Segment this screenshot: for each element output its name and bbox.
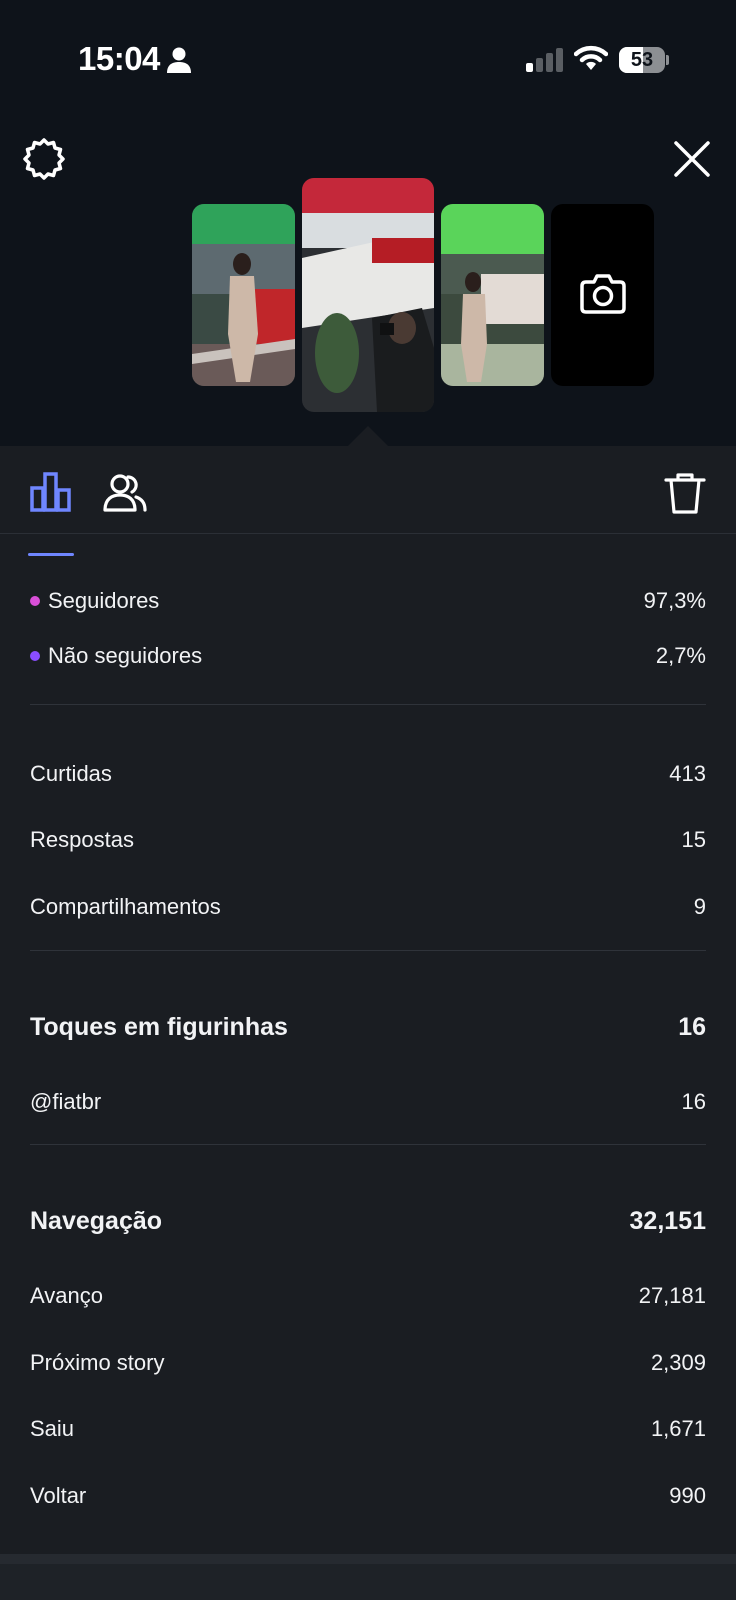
trash-icon[interactable] [662, 470, 708, 516]
navigation-row-forward: Avanço 27,181 [30, 1276, 706, 1316]
settings-gear-icon[interactable] [20, 135, 68, 183]
navigation-value: 2,309 [650, 1350, 706, 1375]
add-story-camera-button[interactable] [551, 204, 654, 386]
status-bar: 15:04 53 [0, 0, 736, 110]
battery-percent: 53 [630, 49, 654, 71]
section-divider [30, 950, 706, 951]
story-thumbnail[interactable] [441, 204, 544, 386]
people-icon[interactable] [102, 470, 148, 516]
sticker-taps-header: Toques em figurinhas 16 [30, 1007, 706, 1047]
close-icon[interactable] [668, 135, 716, 183]
sticker-label: @fiatbr [30, 1089, 102, 1114]
audience-row-followers: Seguidores 97,3% [30, 581, 706, 621]
battery-indicator: 53 [619, 47, 669, 73]
section-title: Toques em figurinhas [30, 1012, 288, 1041]
section-total: 16 [678, 1012, 706, 1041]
bottom-separator [0, 1554, 736, 1564]
non-followers-legend-dot [30, 651, 40, 661]
navigation-value: 27,181 [638, 1283, 706, 1308]
navigation-value: 1,671 [650, 1416, 706, 1441]
section-divider [30, 704, 706, 705]
navigation-header: Navegação 32,151 [30, 1201, 706, 1241]
wifi-icon [574, 45, 608, 70]
navigation-label: Próximo story [30, 1350, 165, 1375]
interaction-row-replies: Respostas 15 [30, 820, 706, 860]
navigation-label: Voltar [30, 1483, 87, 1508]
cellular-signal-icon [526, 48, 563, 72]
interaction-row-likes: Curtidas 413 [30, 754, 706, 794]
interaction-row-shares: Compartilhamentos 9 [30, 887, 706, 927]
tab-insights[interactable] [28, 468, 74, 556]
active-tab-indicator [28, 553, 74, 556]
interaction-value: 413 [669, 761, 706, 786]
interaction-label: Respostas [30, 827, 134, 852]
story-preview-header: 15:04 53 [0, 0, 736, 446]
audience-value: 2,7% [655, 643, 706, 668]
story-thumbnail-selected[interactable] [302, 178, 434, 412]
audience-value: 97,3% [643, 588, 706, 613]
navigation-value: 990 [669, 1483, 706, 1508]
selected-story-pointer [348, 426, 388, 446]
interaction-value: 15 [681, 827, 706, 852]
audience-row-non-followers: Não seguidores 2,7% [30, 636, 706, 676]
section-title: Navegação [30, 1206, 163, 1235]
navigation-row-back: Voltar 990 [30, 1476, 706, 1516]
insights-sheet: Seguidores 97,3% Não seguidores 2,7% Cur… [0, 446, 736, 1600]
interaction-label: Curtidas [30, 761, 112, 786]
navigation-row-next-story: Próximo story 2,309 [30, 1343, 706, 1383]
camera-icon [580, 274, 626, 314]
status-time: 15:04 [78, 40, 160, 77]
sticker-value: 16 [681, 1089, 706, 1114]
audience-label: Não seguidores [48, 643, 203, 668]
person-icon [167, 47, 191, 73]
story-thumbnail[interactable] [192, 204, 295, 386]
followers-legend-dot [30, 596, 40, 606]
section-total: 32,151 [629, 1206, 706, 1235]
audience-label: Seguidores [48, 588, 160, 613]
insights-tabbar [0, 446, 736, 556]
interaction-label: Compartilhamentos [30, 894, 221, 919]
navigation-label: Saiu [30, 1416, 75, 1441]
section-divider [30, 1144, 706, 1145]
navigation-row-exited: Saiu 1,671 [30, 1409, 706, 1449]
interaction-value: 9 [693, 894, 706, 919]
sticker-row: @fiatbr 16 [30, 1082, 706, 1122]
navigation-label: Avanço [30, 1283, 103, 1308]
bar-chart-icon [30, 472, 71, 512]
